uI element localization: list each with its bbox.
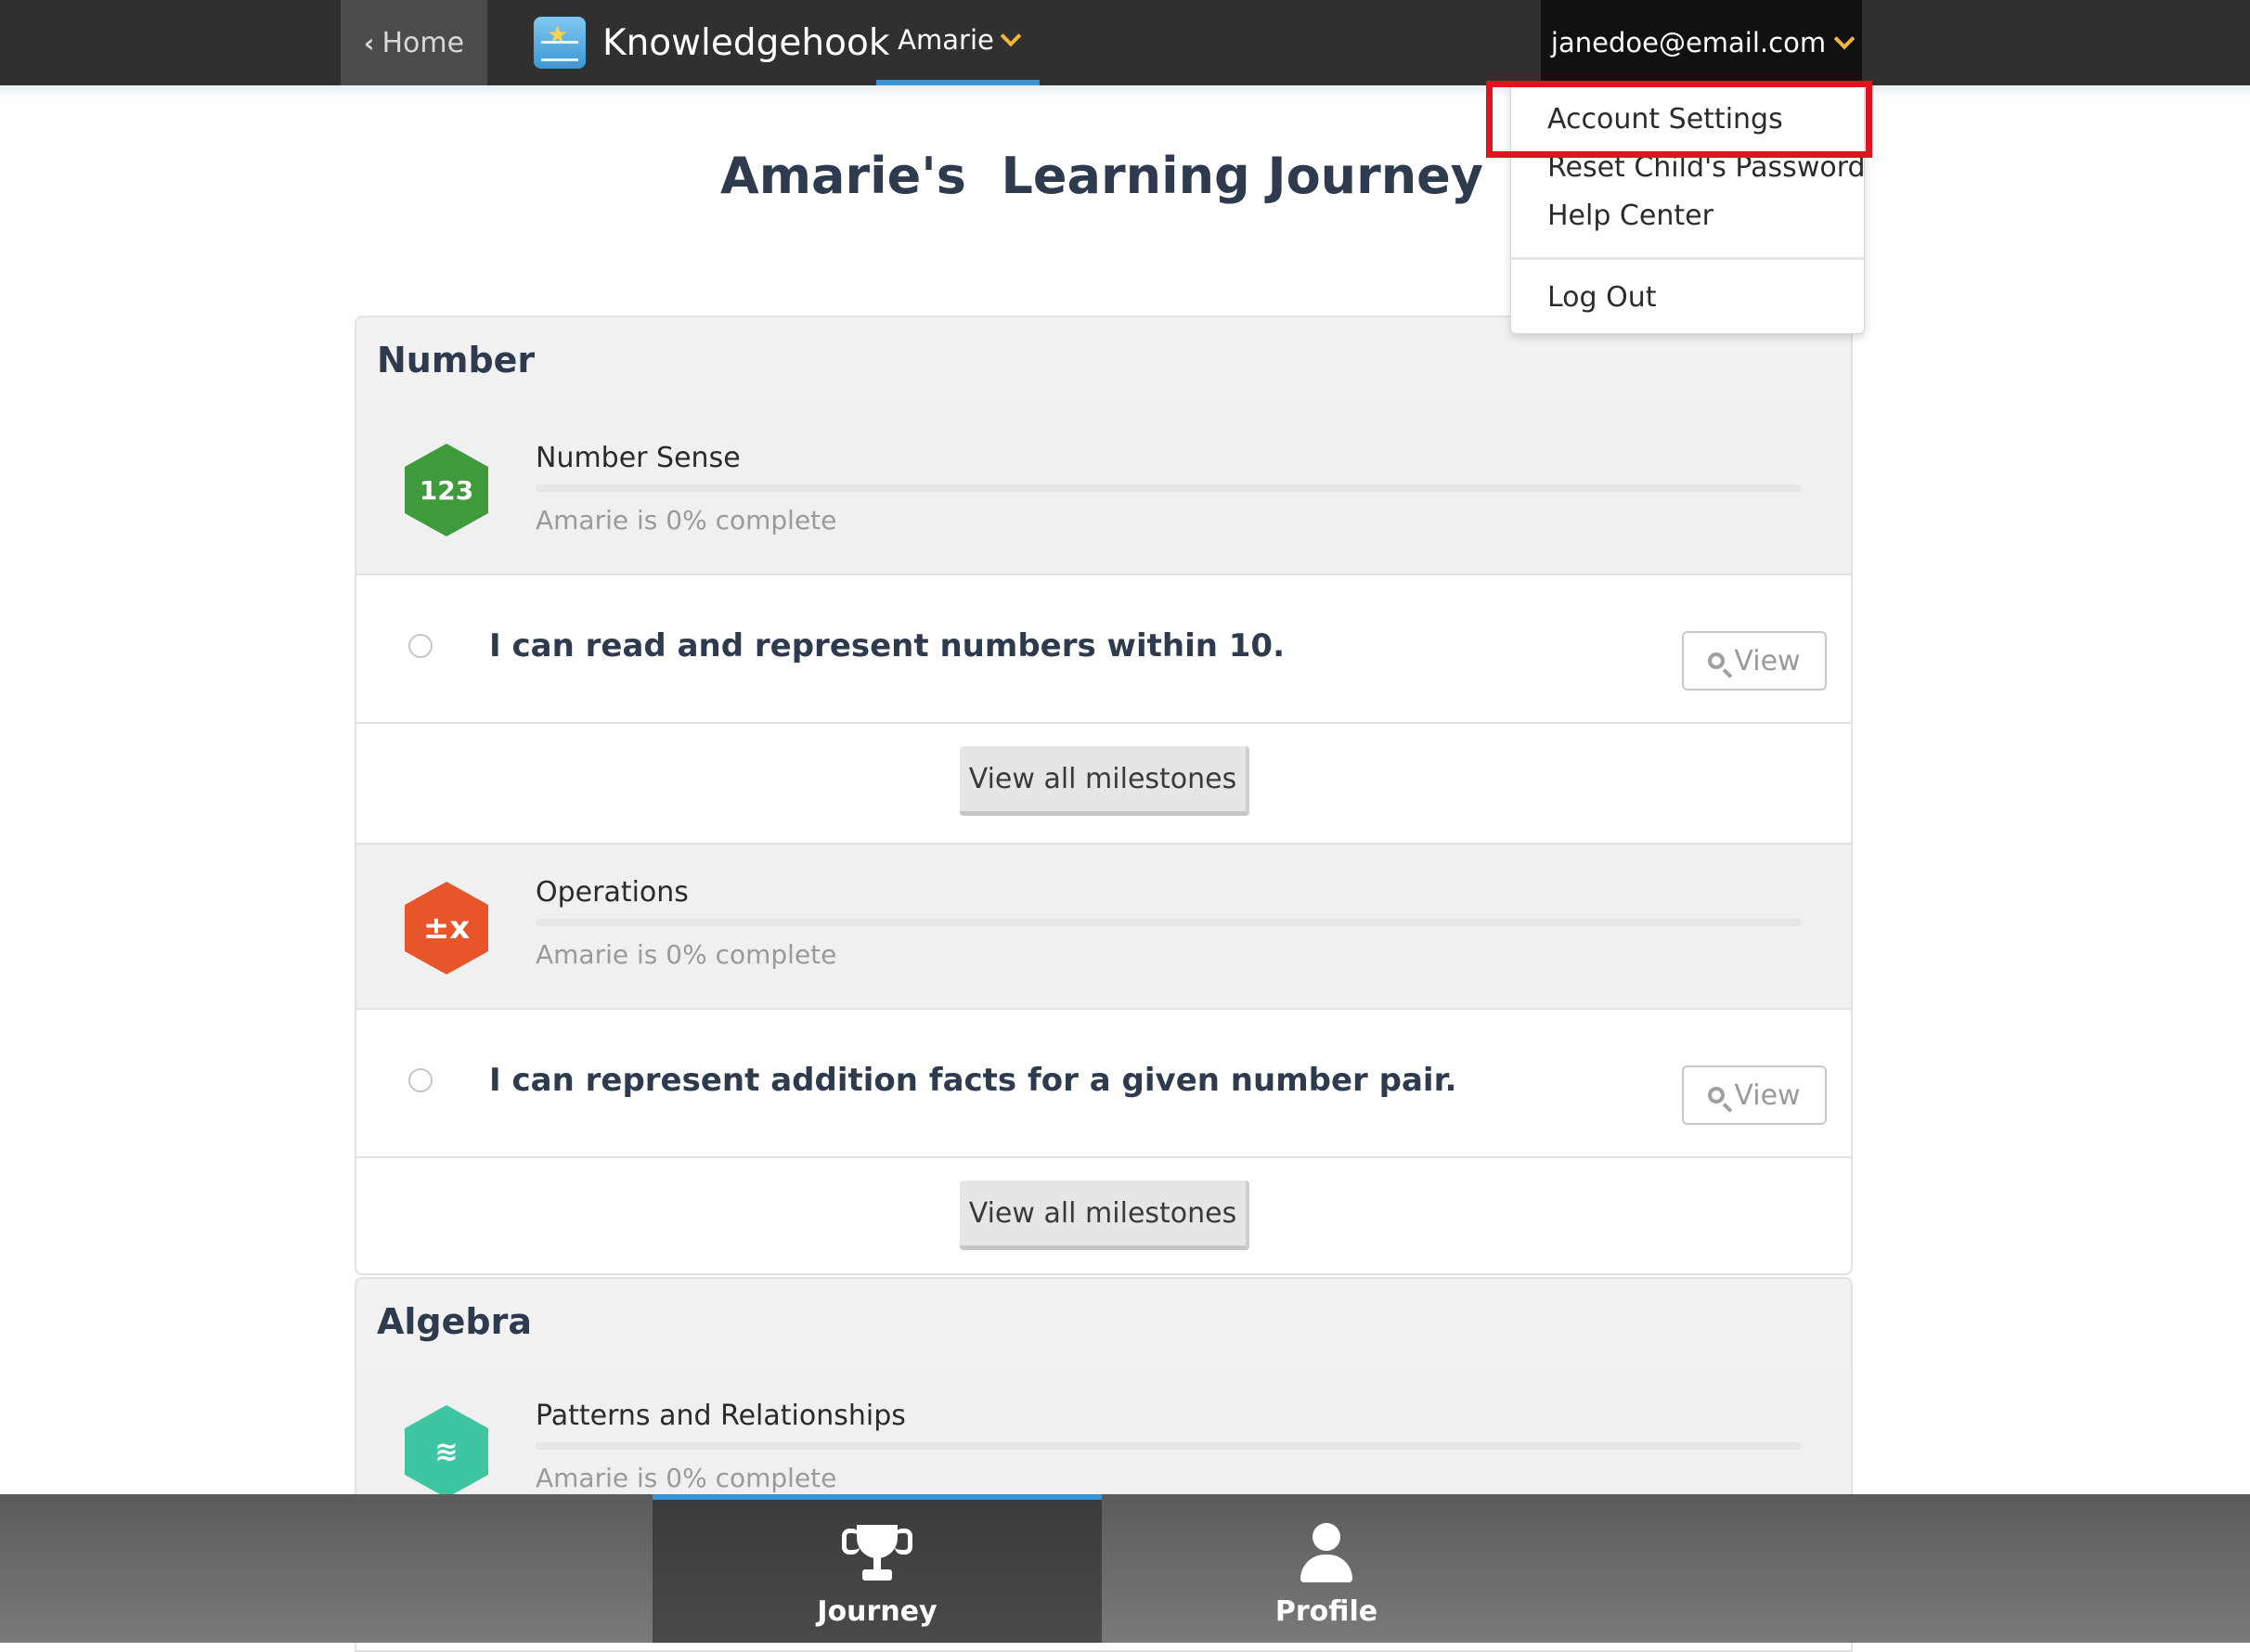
- section-heading: Number: [377, 340, 536, 381]
- 123-hex-icon: 123: [405, 444, 488, 536]
- bottom-nav-bar: Journey Profile: [0, 1494, 2250, 1643]
- annotation-highlight-box: [1486, 81, 1872, 158]
- progress-bar: [536, 919, 1802, 926]
- account-menu-toggle[interactable]: janedoe@email.com: [1541, 0, 1862, 85]
- patterns-hex-icon: ≋: [405, 1405, 488, 1498]
- child-selector-tab[interactable]: Amarie: [876, 0, 1040, 85]
- milestone-text: I can read and represent numbers within …: [489, 627, 1286, 665]
- page-title: Amarie's Learning Journey: [719, 147, 1484, 205]
- view-milestone-button[interactable]: View: [1682, 631, 1827, 690]
- chevron-left-icon: ‹: [363, 27, 375, 58]
- brand[interactable]: ★ Knowledgehook: [534, 0, 889, 85]
- strand-title: Operations: [536, 876, 689, 909]
- progress-bar: [536, 1442, 1802, 1450]
- milestone-row: I can read and represent numbers within …: [356, 575, 1851, 724]
- tab-profile[interactable]: Profile: [1102, 1494, 1551, 1643]
- view-all-row: View all milestones: [356, 1158, 1851, 1273]
- menu-divider: [1511, 257, 1864, 260]
- progress-bar: [536, 484, 1802, 492]
- view-milestone-button[interactable]: View: [1682, 1065, 1827, 1125]
- menu-item-help-center[interactable]: Help Center: [1547, 200, 1713, 232]
- trophy-icon: [840, 1521, 914, 1586]
- search-icon: [1708, 652, 1726, 669]
- home-label: Home: [381, 26, 465, 59]
- knowledgehook-logo-icon: ★: [534, 17, 586, 69]
- section-header: Algebra: [356, 1279, 1851, 1370]
- view-all-milestones-button[interactable]: View all milestones: [960, 1181, 1249, 1250]
- home-button[interactable]: ‹ Home: [341, 0, 487, 85]
- tab-profile-label: Profile: [1274, 1595, 1378, 1628]
- milestone-radio[interactable]: [408, 1068, 433, 1092]
- account-email: janedoe@email.com: [1550, 27, 1827, 58]
- chevron-down-icon: [1000, 25, 1022, 47]
- child-name: Amarie: [898, 24, 994, 56]
- milestone-row: I can represent addition facts for a giv…: [356, 1010, 1851, 1158]
- view-all-row: View all milestones: [356, 724, 1851, 845]
- section-heading: Algebra: [377, 1301, 532, 1342]
- top-nav-shadow: [0, 85, 2250, 98]
- strand-title: Patterns and Relationships: [536, 1400, 906, 1432]
- view-all-milestones-button[interactable]: View all milestones: [960, 746, 1249, 816]
- strand-title: Number Sense: [536, 442, 741, 474]
- progress-text: Amarie is 0% complete: [536, 939, 837, 970]
- chevron-down-icon: [1833, 28, 1856, 50]
- section-panel-number: Number 123 Number Sense Amarie is 0% com…: [355, 316, 1853, 1275]
- search-icon: [1708, 1087, 1726, 1103]
- view-label: View: [1734, 1078, 1801, 1112]
- person-icon: [1289, 1521, 1364, 1586]
- top-nav-bar: ‹ Home ★ Knowledgehook Amarie janedoe@em…: [0, 0, 2250, 85]
- menu-item-log-out[interactable]: Log Out: [1547, 281, 1657, 314]
- brand-name: Knowledgehook: [602, 21, 890, 64]
- milestone-text: I can represent addition facts for a giv…: [489, 1062, 1457, 1099]
- view-label: View: [1734, 644, 1801, 678]
- milestone-radio[interactable]: [408, 634, 433, 658]
- strand-operations[interactable]: ±x Operations Amarie is 0% complete: [356, 845, 1851, 1010]
- progress-text: Amarie is 0% complete: [536, 1463, 837, 1493]
- operations-hex-icon: ±x: [405, 882, 488, 974]
- tab-journey[interactable]: Journey: [653, 1494, 1102, 1643]
- progress-text: Amarie is 0% complete: [536, 505, 837, 536]
- tab-journey-label: Journey: [817, 1595, 938, 1628]
- strand-number-sense[interactable]: 123 Number Sense Amarie is 0% complete: [356, 407, 1851, 575]
